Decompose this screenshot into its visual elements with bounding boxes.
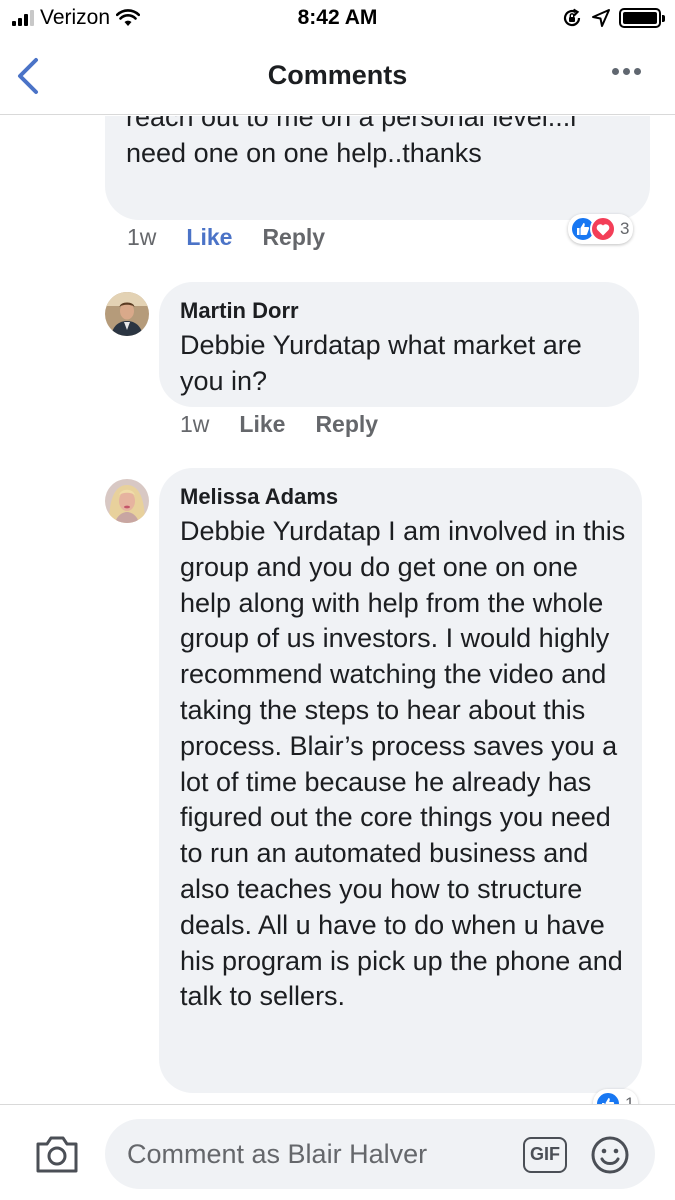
comments-list: the money coming in ...I wish u could re… [0, 116, 675, 1104]
avatar[interactable] [105, 479, 149, 523]
comment-time: 1w [127, 224, 157, 250]
battery-icon [619, 8, 665, 28]
nav-bar: Comments [0, 40, 675, 115]
orientation-lock-icon [563, 8, 581, 27]
more-horizontal-icon[interactable] [612, 68, 641, 75]
comment-actions: 1w Like Reply [180, 411, 378, 438]
love-reaction-icon [590, 216, 616, 242]
status-bar: Verizon 8:42 AM [0, 0, 675, 40]
avatar[interactable] [105, 292, 149, 336]
reaction-count: 1 [625, 1094, 635, 1104]
comment-actions: 1w Like Reply [127, 224, 325, 251]
comment-text: the money coming in ...I wish u could re… [126, 116, 577, 168]
camera-icon[interactable] [34, 1133, 80, 1175]
reaction-summary[interactable]: 1 [593, 1089, 639, 1104]
location-arrow-icon [592, 9, 610, 27]
status-bar-right [561, 7, 665, 29]
comment-input[interactable]: Comment as Blair Halver GIF [105, 1119, 655, 1189]
gif-button[interactable]: GIF [523, 1137, 567, 1173]
page-title: Comments [267, 60, 408, 90]
comment-text: Debbie Yurdatap I am involved in this gr… [180, 516, 626, 1012]
comment-composer: Comment as Blair Halver GIF [0, 1104, 675, 1200]
comment-bubble: the money coming in ...I wish u could re… [105, 116, 650, 220]
reply-button[interactable]: Reply [262, 224, 325, 251]
reaction-count: 3 [620, 219, 630, 238]
like-button[interactable]: Like [186, 224, 232, 251]
comment-bubble: Martin Dorr Debbie Yurdatap what market … [159, 282, 639, 407]
comment-author[interactable]: Melissa Adams [180, 482, 338, 512]
comment-text: Debbie Yurdatap what market are you in? [180, 330, 582, 396]
reaction-summary[interactable]: 3 [568, 214, 634, 244]
comment-author[interactable]: Martin Dorr [180, 296, 299, 326]
like-reaction-icon [595, 1091, 621, 1104]
comment-time: 1w [180, 411, 210, 437]
reply-button[interactable]: Reply [315, 411, 378, 438]
emoji-icon[interactable] [590, 1135, 630, 1175]
comment-input-placeholder[interactable]: Comment as Blair Halver [127, 1139, 427, 1170]
like-button[interactable]: Like [239, 411, 285, 438]
comment-bubble: Melissa Adams Debbie Yurdatap I am invol… [159, 468, 642, 1093]
